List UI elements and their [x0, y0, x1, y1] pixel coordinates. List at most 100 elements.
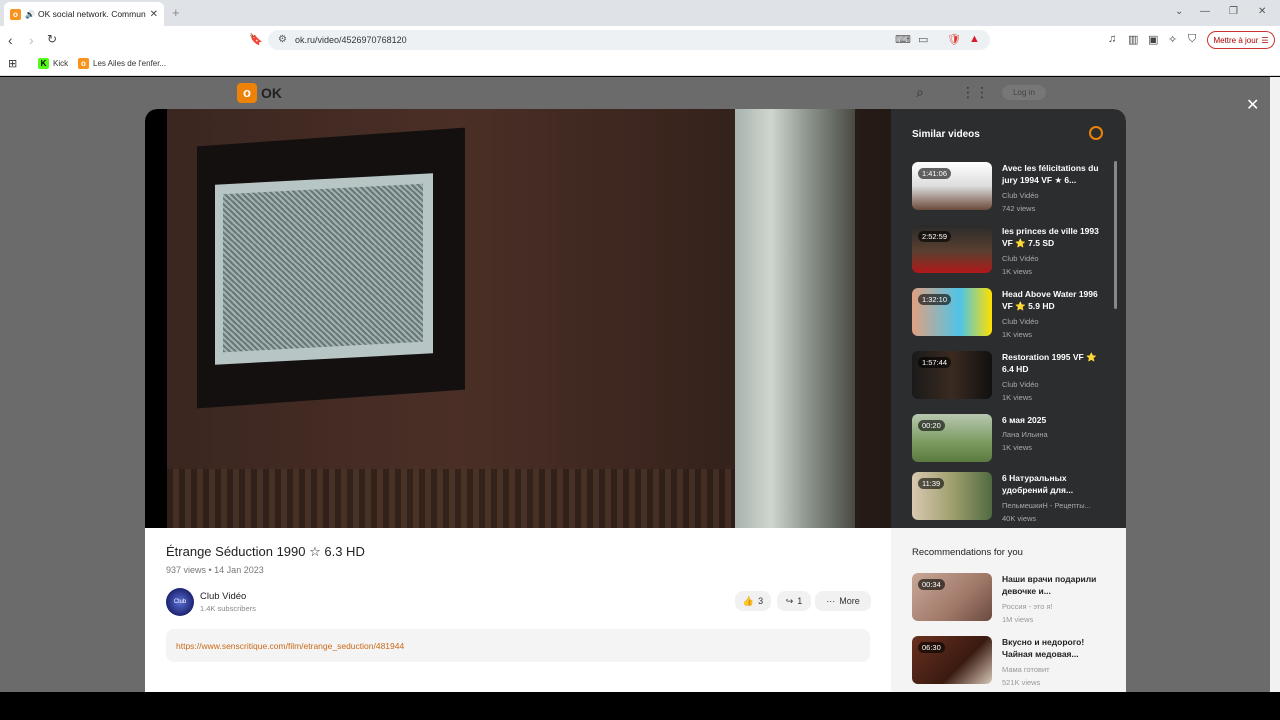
- close-tab-icon[interactable]: ✕: [150, 9, 158, 20]
- similar-videos-panel: Similar videos 1:41:06 Avec les félicita…: [891, 109, 1126, 528]
- ok-favicon-icon: о: [78, 58, 89, 69]
- ok-favicon-icon: о: [10, 8, 21, 20]
- restore-icon[interactable]: ❐: [1229, 6, 1238, 17]
- view-count: 742 views: [1002, 204, 1036, 213]
- more-icon: ···: [826, 596, 836, 606]
- video-meta: 937 views • 14 Jan 2023: [166, 565, 264, 575]
- duration-badge: 00:34: [918, 579, 945, 590]
- url-text[interactable]: ok.ru/video/4526970768120: [295, 35, 407, 45]
- minimize-icon[interactable]: —: [1200, 6, 1210, 17]
- channel-name[interactable]: Club Vidéo: [200, 591, 246, 602]
- update-label: Mettre à jour: [1213, 35, 1259, 45]
- video-thumbnail: 06:30: [912, 636, 992, 684]
- share-count: 1: [797, 596, 803, 606]
- tab-strip: о 🔊 OK social network. Communi ✕ + ⌄ — ❐…: [0, 0, 1280, 26]
- video-thumbnail: 1:32:10: [912, 288, 992, 336]
- bookmark-label: Les Ailes de l'enfer...: [93, 59, 167, 68]
- video-thumbnail: 11:39: [912, 472, 992, 520]
- sidebar-scrollbar[interactable]: [1114, 161, 1117, 309]
- login-button[interactable]: Log in: [1002, 85, 1046, 100]
- video-info: Étrange Séduction 1990 ☆ 6.3 HD 937 view…: [145, 528, 891, 692]
- video-title: Avec les félicitations du jury 1994 VF ★…: [1002, 163, 1099, 185]
- media-icon[interactable]: ♫: [1108, 33, 1116, 45]
- vpn-icon[interactable]: ⛉: [1188, 33, 1196, 46]
- avatar[interactable]: Club: [166, 588, 194, 616]
- like-button[interactable]: 👍 3: [735, 591, 771, 611]
- more-label: More: [839, 596, 860, 606]
- subscriber-count: 1.4K subscribers: [200, 604, 256, 613]
- video-frame-trim: [167, 469, 735, 528]
- rewards-icon[interactable]: ▲: [969, 33, 980, 45]
- duration-badge: 2:52:59: [918, 231, 952, 242]
- cast-icon[interactable]: ▭: [918, 33, 928, 46]
- video-title: 6 мая 2025: [1002, 415, 1047, 425]
- recommendations-title: Recommendations for you: [912, 547, 1023, 558]
- leo-icon[interactable]: ✧: [1168, 33, 1177, 46]
- video-title: Вкусно и недорого! Чайная медовая...: [1002, 637, 1085, 659]
- new-tab-icon[interactable]: +: [172, 5, 180, 20]
- share-icon: ↪: [785, 595, 794, 606]
- video-title: Наши врачи подарили девочке и...: [1002, 574, 1097, 596]
- duration-badge: 1:57:44: [918, 357, 952, 368]
- like-count: 3: [758, 596, 764, 606]
- duration-badge: 00:20: [918, 420, 945, 431]
- view-count: 1K views: [1002, 330, 1033, 339]
- ok-logo[interactable]: о OK: [237, 83, 282, 103]
- page-scrollbar[interactable]: [1270, 77, 1280, 692]
- recommended-video-item[interactable]: 06:30 Вкусно и недорого! Чайная медовая.…: [912, 636, 1112, 688]
- video-modal: Similar videos 1:41:06 Avec les félicita…: [145, 109, 1126, 692]
- video-thumbnail: 1:57:44: [912, 351, 992, 399]
- similar-video-item[interactable]: 1:32:10 Head Above Water 1996 VF ⭐ 5.9 H…: [912, 288, 1112, 340]
- brave-shield-icon[interactable]: 🛡: [947, 33, 961, 46]
- share-button[interactable]: ↪ 1: [777, 591, 811, 611]
- reload-icon[interactable]: ↻: [47, 32, 57, 46]
- similar-video-item[interactable]: 2:52:59 les princes de ville 1993 VF ⭐ 7…: [912, 225, 1112, 277]
- sidebar-icon[interactable]: ▥: [1128, 33, 1138, 46]
- duration-badge: 11:39: [918, 478, 945, 489]
- bookmark-icon[interactable]: 🔖: [249, 33, 263, 47]
- close-window-icon[interactable]: ✕: [1258, 6, 1266, 17]
- channel-name: ПельмешкиН - Рецепты...: [1002, 501, 1091, 510]
- video-player[interactable]: [145, 109, 891, 528]
- channel-name: Club Vidéo: [1002, 317, 1039, 326]
- view-count: 1M views: [1002, 615, 1034, 624]
- video-thumbnail: 2:52:59: [912, 225, 992, 273]
- view-count: 1K views: [1002, 393, 1033, 402]
- close-icon[interactable]: ✕: [1246, 95, 1259, 115]
- logo-text: OK: [261, 85, 282, 101]
- similar-video-item[interactable]: 1:57:44 Restoration 1995 VF ⭐ 6.4 HD Clu…: [912, 351, 1112, 403]
- similar-video-item[interactable]: 00:20 6 мая 2025 Лана Ильина 1K views: [912, 414, 1112, 466]
- back-icon[interactable]: ‹: [8, 33, 13, 47]
- menu-icon: ☰: [1261, 35, 1269, 45]
- video-title: les princes de ville 1993 VF ⭐ 7.5 SD: [1002, 226, 1099, 248]
- browser-tab[interactable]: о 🔊 OK social network. Communi ✕: [4, 2, 164, 26]
- bookmark-kick[interactable]: K Kick: [38, 58, 68, 69]
- tab-list-icon[interactable]: ⌄: [1175, 6, 1183, 17]
- recommendations-panel: Recommendations for you 00:34 Наши врачи…: [891, 528, 1126, 692]
- channel-name: Россия - это я!: [1002, 602, 1053, 611]
- view-count: 1K views: [1002, 267, 1033, 276]
- update-button[interactable]: Mettre à jour ☰: [1207, 31, 1275, 49]
- duration-badge: 1:41:06: [918, 168, 952, 179]
- forward-icon[interactable]: ›: [29, 33, 34, 47]
- more-button[interactable]: ··· More: [815, 591, 871, 611]
- apps-icon[interactable]: ⊞: [8, 57, 17, 70]
- apps-grid-icon[interactable]: ⋮⋮: [961, 84, 989, 101]
- wallet-icon[interactable]: ▣: [1148, 33, 1158, 46]
- bookmark-ailes[interactable]: о Les Ailes de l'enfer...: [78, 58, 166, 69]
- recommended-video-item[interactable]: 00:34 Наши врачи подарили девочке и... Р…: [912, 573, 1112, 625]
- view-count: 521K views: [1002, 678, 1041, 687]
- translate-icon[interactable]: ⌨: [895, 33, 911, 46]
- similar-video-item[interactable]: 1:41:06 Avec les félicitations du jury 1…: [912, 162, 1112, 214]
- refresh-icon[interactable]: [1089, 126, 1103, 140]
- similar-video-item[interactable]: 11:39 6 Натуральных удобрений для... Пел…: [912, 472, 1112, 524]
- channel-name: Лана Ильина: [1002, 430, 1048, 439]
- search-icon[interactable]: ⌕: [916, 84, 924, 101]
- channel-name: Club Vidéo: [1002, 254, 1039, 263]
- description-link[interactable]: https://www.senscritique.com/film/etrang…: [176, 641, 404, 651]
- site-info-icon[interactable]: ⚙: [278, 34, 287, 45]
- view-count: 1K views: [1002, 443, 1033, 452]
- video-title: Head Above Water 1996 VF ⭐ 5.9 HD: [1002, 289, 1098, 311]
- speaker-icon[interactable]: 🔊: [25, 10, 35, 19]
- tab-title: OK social network. Communi: [37, 9, 146, 19]
